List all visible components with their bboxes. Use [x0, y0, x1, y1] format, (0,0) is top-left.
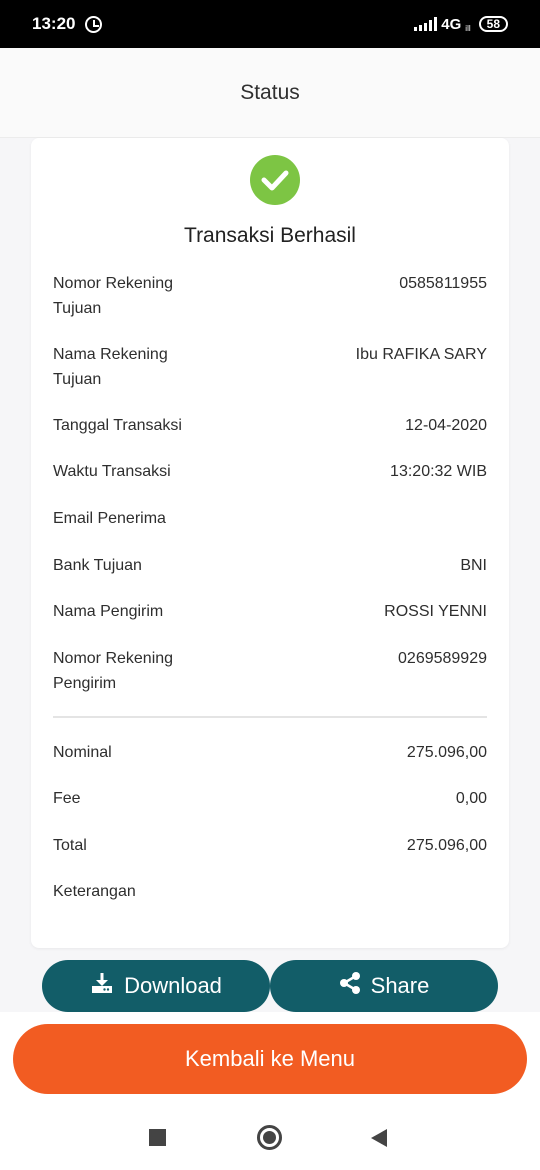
- network-type: 4G: [441, 15, 462, 33]
- battery-indicator: 58: [478, 16, 508, 32]
- download-icon: [90, 971, 114, 1001]
- detail-value: Ibu RAFIKA SARY: [355, 346, 487, 363]
- page-title: Status: [240, 80, 300, 104]
- detail-value: 13:20:32 WIB: [390, 463, 487, 480]
- divider: [53, 716, 487, 718]
- download-label: Download: [124, 973, 222, 998]
- status-time: 13:20: [32, 14, 76, 33]
- status-bar: 13:20 4G ill 58: [0, 0, 540, 48]
- alarm-icon: [85, 15, 103, 33]
- download-button[interactable]: Download: [42, 960, 270, 1012]
- transaction-status-title: Transaksi Berhasil: [184, 224, 356, 247]
- detail-row-time: Waktu Transaksi 13:20:32 WIB: [53, 459, 487, 484]
- share-label: Share: [370, 973, 430, 998]
- detail-label: Nomor Rekening Pengirim: [53, 650, 174, 692]
- detail-row-dest-account: Nomor Rekening Tujuan 0585811955: [53, 271, 487, 321]
- detail-row-bank: Bank Tujuan BNI: [53, 553, 487, 578]
- detail-value: 12-04-2020: [405, 417, 487, 434]
- receipt-card: Transaksi Berhasil Nomor Rekening Tujuan…: [31, 138, 509, 948]
- summary-label: Keterangan: [53, 883, 136, 900]
- detail-label: Bank Tujuan: [53, 557, 142, 574]
- detail-row-sender-account: Nomor Rekening Pengirim 0269589929: [53, 646, 487, 696]
- detail-row-sender-name: Nama Pengirim ROSSI YENNI: [53, 599, 487, 624]
- summary-label: Fee: [53, 790, 81, 807]
- summary-value: 275.096,00: [406, 837, 487, 854]
- detail-label: Waktu Transaksi: [53, 463, 171, 480]
- detail-value: 0269589929: [398, 650, 487, 667]
- share-button[interactable]: Share: [270, 960, 498, 1012]
- bottom-panel: Kembali ke Menu: [0, 1012, 540, 1170]
- network-activity: ill: [465, 23, 471, 33]
- summary-row-note: Keterangan: [53, 879, 487, 904]
- detail-label: Nama Rekening Tujuan: [53, 346, 168, 388]
- detail-row-dest-name: Nama Rekening Tujuan Ibu RAFIKA SARY: [53, 342, 487, 392]
- detail-value: 0585811955: [399, 275, 487, 292]
- home-icon[interactable]: [257, 1125, 282, 1150]
- recent-apps-icon[interactable]: [149, 1129, 166, 1146]
- page-header: Status: [0, 48, 540, 138]
- detail-row-email: Email Penerima: [53, 506, 487, 531]
- back-to-menu-button[interactable]: Kembali ke Menu: [13, 1024, 527, 1094]
- summary-row-nominal: Nominal 275.096,00: [53, 740, 487, 765]
- detail-value: ROSSI YENNI: [384, 603, 487, 620]
- summary-row-fee: Fee 0,00: [53, 786, 487, 811]
- signal-icon: [414, 17, 438, 31]
- detail-label: Nomor Rekening Tujuan: [53, 275, 174, 317]
- detail-row-date: Tanggal Transaksi 12-04-2020: [53, 413, 487, 438]
- check-circle-icon: [250, 155, 300, 205]
- detail-label: Email Penerima: [53, 510, 166, 527]
- detail-value: BNI: [460, 557, 487, 574]
- action-buttons: Download Share: [42, 960, 498, 1012]
- detail-label: Tanggal Transaksi: [53, 417, 182, 434]
- summary-label: Total: [53, 837, 87, 854]
- share-icon: [339, 971, 361, 1001]
- summary-value: 0,00: [455, 790, 487, 807]
- summary-row-total: Total 275.096,00: [53, 833, 487, 858]
- back-icon[interactable]: [371, 1129, 387, 1147]
- summary-value: 275.096,00: [406, 744, 487, 761]
- summary-label: Nominal: [53, 744, 112, 761]
- detail-label: Nama Pengirim: [53, 603, 164, 620]
